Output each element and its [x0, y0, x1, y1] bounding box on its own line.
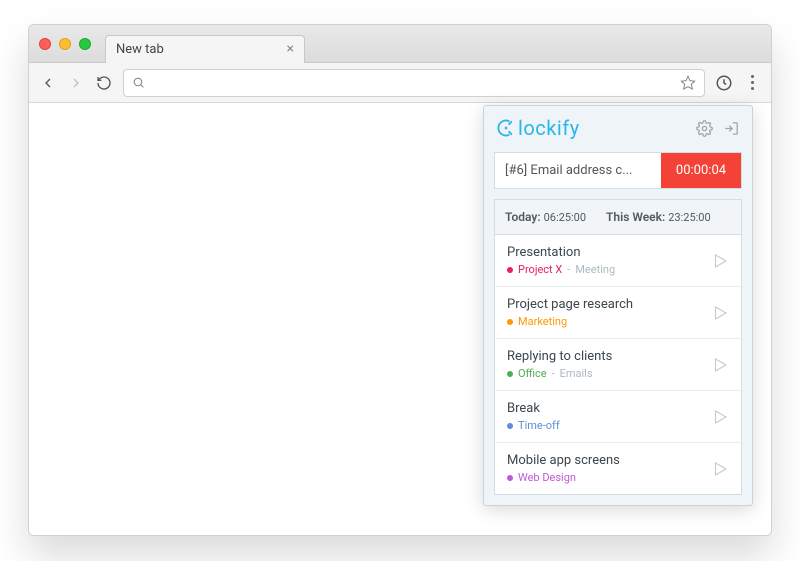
logout-icon[interactable]: [723, 120, 740, 137]
tab-close-icon[interactable]: ×: [287, 41, 294, 57]
entries-list: Presentation Project X - Meeting Project p…: [494, 234, 742, 495]
entry-project: Marketing: [518, 315, 567, 328]
week-value: 23:25:00: [668, 211, 710, 224]
entry-title: Project page research: [507, 297, 633, 312]
entry-title: Presentation: [507, 245, 615, 260]
maximize-window-button[interactable]: [79, 38, 91, 50]
play-icon[interactable]: [711, 304, 729, 322]
back-button[interactable]: [39, 74, 57, 92]
entry-meta: Time-off: [507, 419, 560, 432]
entry-tag: Emails: [560, 367, 593, 380]
time-entry[interactable]: Mobile app screens Web Design: [495, 443, 741, 494]
summary-bar: Today:06:25:00 This Week:23:25:00: [494, 199, 742, 234]
timer-row: [#6] Email address c... 00:00:04: [494, 152, 742, 189]
minimize-window-button[interactable]: [59, 38, 71, 50]
titlebar: New tab ×: [29, 25, 771, 63]
clockify-logo-icon: [496, 118, 516, 138]
week-label: This Week:: [606, 210, 665, 224]
toolbar: [29, 63, 771, 103]
time-entry[interactable]: Project page research Marketing: [495, 287, 741, 339]
entry-project: Project X: [518, 263, 562, 276]
browser-window: New tab × lockif: [28, 24, 772, 536]
entry-meta: Marketing: [507, 315, 633, 328]
today-summary: Today:06:25:00: [505, 210, 586, 224]
timer-description-input[interactable]: [#6] Email address c...: [495, 153, 661, 188]
play-icon[interactable]: [711, 408, 729, 426]
play-icon[interactable]: [711, 252, 729, 270]
clockify-popup: lockify [#6] Email address c... 00:00:04…: [483, 105, 753, 506]
browser-menu-button[interactable]: [743, 75, 761, 90]
address-bar[interactable]: [123, 69, 705, 97]
project-color-dot: [507, 319, 513, 325]
bookmark-star-icon[interactable]: [680, 75, 696, 91]
time-entry[interactable]: Replying to clients Office - Emails: [495, 339, 741, 391]
entry-title: Replying to clients: [507, 349, 612, 364]
viewport: lockify [#6] Email address c... 00:00:04…: [29, 103, 771, 536]
search-icon: [132, 76, 145, 89]
project-color-dot: [507, 475, 513, 481]
today-label: Today:: [505, 210, 541, 224]
close-window-button[interactable]: [39, 38, 51, 50]
brand-text: lockify: [518, 116, 580, 140]
project-color-dot: [507, 371, 513, 377]
clockify-extension-icon[interactable]: [715, 74, 733, 92]
play-icon[interactable]: [711, 356, 729, 374]
forward-button[interactable]: [67, 74, 85, 92]
entry-meta: Office - Emails: [507, 367, 612, 380]
today-value: 06:25:00: [544, 211, 586, 224]
time-entry[interactable]: Presentation Project X - Meeting: [495, 235, 741, 287]
entry-project: Time-off: [518, 419, 560, 432]
week-summary: This Week:23:25:00: [606, 210, 711, 224]
entry-meta: Web Design: [507, 471, 620, 484]
entry-project: Web Design: [518, 471, 576, 484]
tab-title: New tab: [116, 42, 164, 57]
entry-project: Office: [518, 367, 547, 380]
entry-meta: Project X - Meeting: [507, 263, 615, 276]
popup-header: lockify: [484, 106, 752, 148]
brand: lockify: [496, 116, 580, 140]
entry-tag: Meeting: [575, 263, 615, 276]
browser-tab[interactable]: New tab ×: [105, 35, 305, 63]
entry-title: Break: [507, 401, 560, 416]
window-controls: [39, 38, 91, 50]
play-icon[interactable]: [711, 460, 729, 478]
settings-icon[interactable]: [696, 120, 713, 137]
entry-title: Mobile app screens: [507, 453, 620, 468]
time-entry[interactable]: Break Time-off: [495, 391, 741, 443]
reload-button[interactable]: [95, 74, 113, 92]
project-color-dot: [507, 423, 513, 429]
project-color-dot: [507, 267, 513, 273]
timer-stop-button[interactable]: 00:00:04: [661, 153, 741, 188]
